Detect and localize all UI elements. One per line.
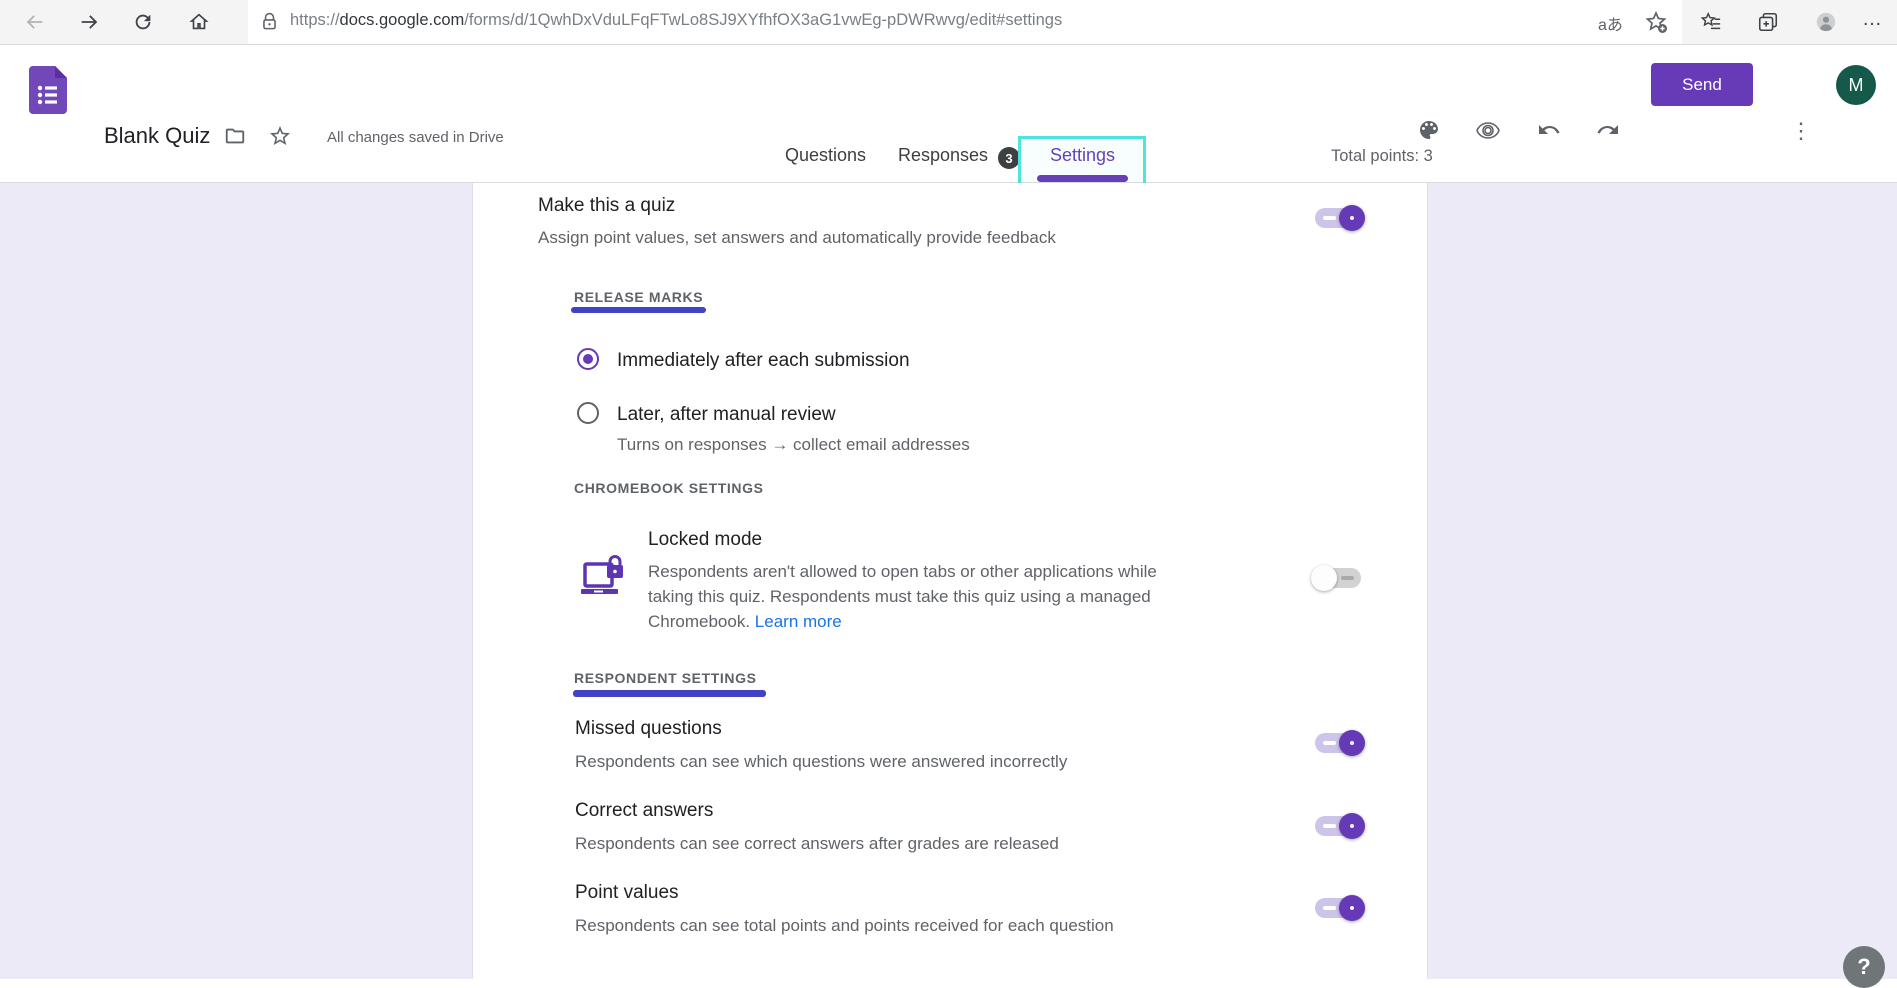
forms-logo-icon[interactable] [29, 66, 67, 114]
radio-later[interactable] [577, 402, 599, 424]
toggle-thumb [1339, 813, 1365, 839]
toggle-thumb [1339, 205, 1365, 231]
radio-later-sublabel: Turns on responses → collect email addre… [617, 432, 970, 457]
radio-immediately-label[interactable]: Immediately after each submission [617, 350, 910, 372]
browser-menu-icon[interactable]: … [1862, 8, 1882, 31]
locked-mode-description: Respondents aren't allowed to open tabs … [648, 559, 1204, 634]
forward-icon[interactable] [78, 11, 100, 33]
form-title[interactable]: Blank Quiz [104, 123, 210, 149]
undo-icon[interactable] [1537, 118, 1561, 142]
missed-questions-toggle[interactable] [1315, 733, 1361, 753]
locked-mode-title: Locked mode [648, 529, 762, 551]
translate-icon[interactable]: aあ [1598, 11, 1623, 35]
refresh-icon[interactable] [132, 11, 154, 33]
browser-toolbar: https://docs.google.com/forms/d/1QwhDxVd… [0, 0, 1897, 45]
locked-mode-description-text: Respondents aren't allowed to open tabs … [648, 562, 1157, 631]
respondent-settings-underline-annotation [573, 690, 766, 697]
radio-later-label[interactable]: Later, after manual review [617, 404, 836, 426]
toggle-thumb [1311, 565, 1337, 591]
move-folder-icon[interactable] [224, 125, 246, 147]
make-quiz-toggle[interactable] [1315, 208, 1361, 228]
point-values-title: Point values [575, 882, 679, 904]
url-text: https://docs.google.com/forms/d/1QwhDxVd… [290, 11, 1062, 30]
missed-questions-title: Missed questions [575, 718, 722, 740]
tab-responses[interactable]: Responses [898, 145, 988, 166]
preview-eye-icon[interactable] [1476, 118, 1500, 142]
missed-questions-description: Respondents can see which questions were… [575, 749, 1067, 774]
theme-palette-icon[interactable] [1417, 118, 1441, 142]
lock-icon [260, 12, 279, 31]
saved-status: All changes saved in Drive [327, 129, 504, 146]
url-path: /forms/d/1QwhDxVduLFqFTwLo8SJ9XYfhfOX3aG… [464, 11, 1062, 29]
help-button[interactable]: ? [1843, 946, 1885, 988]
locked-mode-laptop-icon [579, 552, 625, 598]
more-options-icon[interactable]: ⋮ [1790, 118, 1812, 144]
release-marks-underline-annotation [571, 307, 706, 313]
correct-answers-description: Respondents can see correct answers afte… [575, 831, 1059, 856]
chromebook-settings-heading: CHROMEBOOK SETTINGS [574, 480, 764, 496]
total-points-label: Total points: 3 [1331, 147, 1433, 166]
collections-icon[interactable] [1757, 11, 1779, 33]
quiz-toggle-description: Assign point values, set answers and aut… [538, 225, 1056, 250]
send-button[interactable]: Send [1651, 63, 1753, 106]
forms-header: Blank Quiz All changes saved in Drive Se… [0, 45, 1897, 183]
star-form-icon[interactable] [268, 124, 292, 148]
toggle-thumb [1339, 730, 1365, 756]
radio-immediately[interactable] [577, 348, 599, 370]
account-avatar[interactable]: M [1836, 65, 1876, 105]
profile-avatar-icon[interactable] [1815, 11, 1837, 33]
point-values-toggle[interactable] [1315, 898, 1361, 918]
favorites-bar-icon[interactable] [1700, 11, 1722, 33]
correct-answers-toggle[interactable] [1315, 816, 1361, 836]
add-favorite-icon[interactable] [1644, 10, 1668, 34]
address-bar[interactable]: https://docs.google.com/forms/d/1QwhDxVd… [248, 0, 1682, 44]
learn-more-link[interactable]: Learn more [755, 612, 842, 631]
url-prefix: https:// [290, 11, 340, 29]
settings-tab-highlight-annotation [1018, 136, 1146, 190]
back-icon[interactable] [24, 11, 46, 33]
home-icon[interactable] [188, 11, 210, 33]
toggle-thumb [1339, 895, 1365, 921]
redo-icon[interactable] [1596, 118, 1620, 142]
point-values-description: Respondents can see total points and poi… [575, 913, 1114, 938]
settings-page: Make this a quiz Assign point values, se… [0, 183, 1897, 979]
locked-mode-toggle[interactable] [1315, 568, 1361, 588]
release-marks-heading: RELEASE MARKS [574, 289, 703, 305]
settings-card: Make this a quiz Assign point values, se… [472, 183, 1428, 979]
respondent-settings-heading: RESPONDENT SETTINGS [574, 670, 757, 686]
correct-answers-title: Correct answers [575, 800, 713, 822]
quiz-toggle-title: Make this a quiz [538, 195, 675, 217]
responses-count-badge: 3 [998, 147, 1020, 169]
tab-questions[interactable]: Questions [785, 145, 866, 166]
url-domain: docs.google.com [340, 11, 465, 29]
